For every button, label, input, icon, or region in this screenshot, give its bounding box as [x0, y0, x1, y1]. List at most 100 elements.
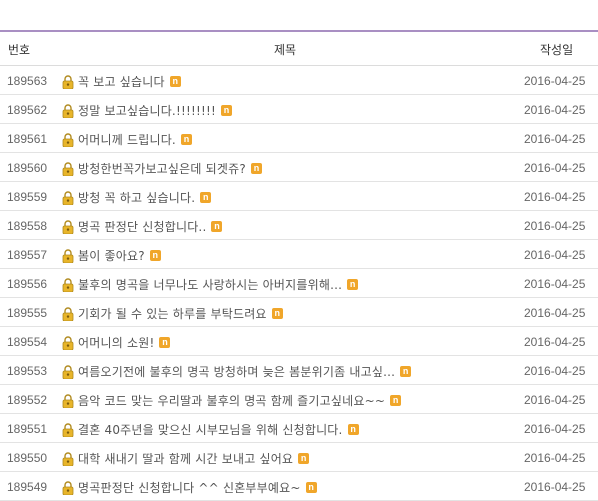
table-row[interactable]: 189554 어머니의 소원! n 2016-04-25	[0, 327, 598, 356]
post-number: 189557	[7, 248, 48, 262]
post-number: 189561	[7, 132, 48, 146]
post-title-link[interactable]: 방청 꼭 하고 싶습니다. n	[62, 189, 212, 206]
post-date: 2016-04-25	[524, 393, 586, 407]
post-title-link[interactable]: 어머니의 소원! n	[62, 334, 171, 351]
post-title-link[interactable]: 명곡판정단 신청합니다 ^^ 신혼부부예요~ n	[62, 479, 317, 496]
new-badge-icon: n	[149, 250, 161, 261]
lock-icon	[62, 480, 74, 495]
post-date: 2016-04-25	[524, 451, 586, 465]
post-number: 189563	[7, 74, 48, 88]
lock-icon	[62, 132, 74, 147]
new-badge-icon: n	[211, 221, 223, 232]
table-row[interactable]: 189551 결혼 40주년을 맞으신 시부모님을 위해 신청합니다. n 2016-…	[0, 414, 598, 443]
post-date: 2016-04-25	[524, 74, 586, 88]
post-number: 189551	[7, 422, 48, 436]
post-title-text: 명곡 판정단 신청합니다..	[78, 220, 207, 234]
table-row[interactable]: 189561 어머니께 드립니다. n 2016-04-25	[0, 124, 598, 153]
table-row[interactable]: 189558 명곡 판정단 신청합니다.. n 2016-04-25	[0, 211, 598, 240]
table-row[interactable]: 189560 방청한번꼭가보고싶은데 되겟쥬? n 2016-04-25	[0, 153, 598, 182]
post-title-text: 정말 보고싶습니다.!!!!!!!!	[78, 104, 217, 118]
post-date: 2016-04-25	[524, 132, 586, 146]
post-title-link[interactable]: 대학 새내기 딸과 함께 시간 보내고 싶어요 n	[62, 450, 310, 467]
post-date: 2016-04-25	[524, 190, 586, 204]
post-date: 2016-04-25	[524, 364, 586, 378]
new-badge-icon: n	[347, 279, 359, 290]
post-title-link[interactable]: 기회가 될 수 있는 하루를 부탁드려요 n	[62, 305, 283, 322]
new-badge-icon: n	[169, 76, 181, 87]
new-badge-icon: n	[271, 308, 283, 319]
post-title-text: 봄이 좋아요?	[78, 249, 145, 263]
post-title-link[interactable]: 음악 코드 맞는 우리딸과 불후의 명곡 함께 즐기고싶네요~~ n	[62, 392, 402, 409]
post-date: 2016-04-25	[524, 335, 586, 349]
lock-icon	[62, 422, 74, 437]
post-number: 189556	[7, 277, 48, 291]
post-date: 2016-04-25	[524, 306, 586, 320]
new-badge-icon: n	[400, 366, 412, 377]
post-date: 2016-04-25	[524, 103, 586, 117]
post-title-text: 여름오기전에 불후의 명곡 방청하며 늦은 봄분위기좀 내고싶...	[78, 365, 396, 379]
post-date: 2016-04-25	[524, 161, 586, 175]
column-header-number: 번호	[8, 43, 31, 57]
new-badge-icon: n	[180, 134, 192, 145]
post-date: 2016-04-25	[524, 219, 586, 233]
post-title-text: 불후의 명곡을 너무나도 사랑하시는 아버지를위해...	[78, 278, 343, 292]
table-row[interactable]: 189555 기회가 될 수 있는 하루를 부탁드려요 n 2016-04-25	[0, 298, 598, 327]
lock-icon	[62, 364, 74, 379]
lock-icon	[62, 74, 74, 89]
post-title-link[interactable]: 꼭 보고 싶습니다 n	[62, 73, 181, 90]
post-date: 2016-04-25	[524, 480, 586, 494]
table-row[interactable]: 189557 봄이 좋아요? n 2016-04-25	[0, 240, 598, 269]
post-number: 189550	[7, 451, 48, 465]
post-title-link[interactable]: 어머니께 드립니다. n	[62, 131, 192, 148]
post-number: 189559	[7, 190, 48, 204]
post-title-link[interactable]: 명곡 판정단 신청합니다.. n	[62, 218, 223, 235]
post-date: 2016-04-25	[524, 248, 586, 262]
post-title-link[interactable]: 여름오기전에 불후의 명곡 방청하며 늦은 봄분위기좀 내고싶... n	[62, 363, 412, 380]
post-title-link[interactable]: 불후의 명곡을 너무나도 사랑하시는 아버지를위해... n	[62, 276, 359, 293]
post-title-link[interactable]: 방청한번꼭가보고싶은데 되겟쥬? n	[62, 160, 262, 177]
column-header-title: 제목	[274, 43, 297, 57]
new-badge-icon: n	[250, 163, 262, 174]
table-row[interactable]: 189552 음악 코드 맞는 우리딸과 불후의 명곡 함께 즐기고싶네요~~ n 2…	[0, 385, 598, 414]
table-row[interactable]: 189550 대학 새내기 딸과 함께 시간 보내고 싶어요 n 2016-04-25	[0, 443, 598, 472]
post-title-link[interactable]: 결혼 40주년을 맞으신 시부모님을 위해 신청합니다. n	[62, 421, 359, 438]
post-number: 189562	[7, 103, 48, 117]
table-row[interactable]: 189556 불후의 명곡을 너무나도 사랑하시는 아버지를위해... n 2016-…	[0, 269, 598, 298]
table-row[interactable]: 189562 정말 보고싶습니다.!!!!!!!! n 2016-04-25	[0, 95, 598, 124]
new-badge-icon: n	[221, 105, 233, 116]
post-title-link[interactable]: 정말 보고싶습니다.!!!!!!!! n	[62, 102, 233, 119]
post-title-link[interactable]: 봄이 좋아요? n	[62, 247, 161, 264]
lock-icon	[62, 451, 74, 466]
new-badge-icon: n	[347, 424, 359, 435]
post-title-text: 기회가 될 수 있는 하루를 부탁드려요	[78, 307, 267, 321]
table-row[interactable]: 189559 방청 꼭 하고 싶습니다. n 2016-04-25	[0, 182, 598, 211]
lock-icon	[62, 219, 74, 234]
post-title-text: 결혼 40주년을 맞으신 시부모님을 위해 신청합니다.	[78, 423, 343, 437]
table-row[interactable]: 189553 여름오기전에 불후의 명곡 방청하며 늦은 봄분위기좀 내고싶...…	[0, 356, 598, 385]
table-header: 번호 제목 작성일	[0, 30, 598, 66]
lock-icon	[62, 335, 74, 350]
post-title-text: 음악 코드 맞는 우리딸과 불후의 명곡 함께 즐기고싶네요~~	[78, 394, 386, 408]
post-number: 189560	[7, 161, 48, 175]
post-number: 189553	[7, 364, 48, 378]
lock-icon	[62, 103, 74, 118]
post-title-text: 방청 꼭 하고 싶습니다.	[78, 191, 196, 205]
table-row[interactable]: 189563 꼭 보고 싶습니다 n 2016-04-25	[0, 66, 598, 95]
post-title-text: 대학 새내기 딸과 함께 시간 보내고 싶어요	[78, 452, 294, 466]
new-badge-icon: n	[200, 192, 212, 203]
column-header-date: 작성일	[540, 43, 574, 57]
post-number: 189549	[7, 480, 48, 494]
post-number: 189554	[7, 335, 48, 349]
table-row[interactable]: 189549 명곡판정단 신청합니다 ^^ 신혼부부예요~ n 2016-04-25	[0, 472, 598, 501]
lock-icon	[62, 248, 74, 263]
post-title-text: 명곡판정단 신청합니다 ^^ 신혼부부예요~	[78, 481, 301, 495]
post-date: 2016-04-25	[524, 277, 586, 291]
lock-icon	[62, 277, 74, 292]
post-title-text: 어머니께 드립니다.	[78, 133, 176, 147]
post-rows: 189563 꼭 보고 싶습니다 n 2016-04-25 189562 정말 보고싶습니…	[0, 66, 598, 501]
post-title-text: 방청한번꼭가보고싶은데 되겟쥬?	[78, 162, 246, 176]
new-badge-icon: n	[298, 453, 310, 464]
lock-icon	[62, 161, 74, 176]
post-list-board: 번호 제목 작성일 189563 꼭 보고 싶습니다 n 2016-04-25 1895…	[0, 30, 598, 501]
post-title-text: 꼭 보고 싶습니다	[78, 75, 165, 89]
